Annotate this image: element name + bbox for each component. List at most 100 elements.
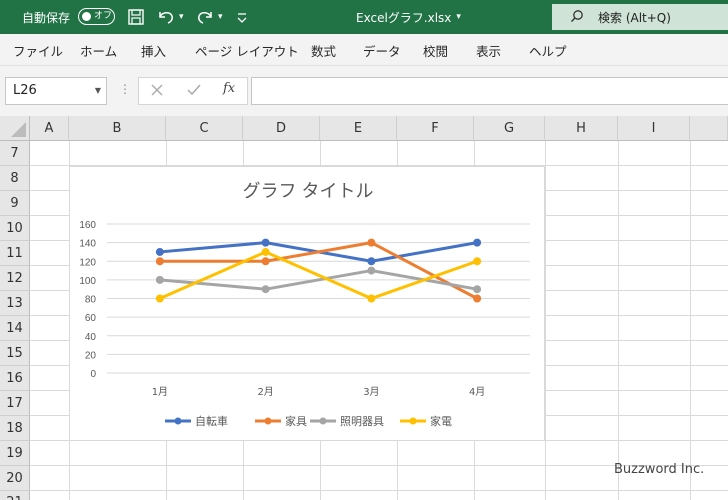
data-point[interactable] — [155, 275, 164, 284]
data-point[interactable] — [155, 247, 164, 256]
chart-canvas: グラフ タイトル 0 20 40 60 80 100 120 140 160 1月 2月 3月 4月自転… — [79, 181, 530, 428]
title-bar: 自動保存 オフ ▾ ▾ Excelグラフ.xlsx ▾ 検索 (Alt+Q) — [0, 0, 728, 34]
tab-insert[interactable]: 挿入 — [141, 34, 166, 66]
legend-marker — [319, 417, 327, 425]
column-header-h[interactable]: H — [545, 116, 618, 141]
x-tick-label: 1月 — [152, 386, 168, 398]
name-box[interactable]: L26 ▼ — [5, 77, 107, 105]
legend-entry[interactable]: 照明器具 — [340, 415, 384, 428]
data-point[interactable] — [261, 257, 270, 266]
chevron-down-icon[interactable]: ▼ — [95, 78, 101, 104]
data-point[interactable] — [367, 257, 376, 266]
data-point[interactable] — [367, 294, 376, 303]
redo-dropdown-icon[interactable]: ▾ — [218, 0, 223, 34]
y-tick-label: 100 — [79, 276, 96, 287]
row-header-21[interactable]: 21 — [0, 491, 30, 500]
tab-page-layout[interactable]: ページ レイアウト — [195, 34, 299, 66]
row-header-17[interactable]: 17 — [0, 391, 30, 416]
search-box[interactable]: 検索 (Alt+Q) — [552, 4, 728, 30]
legend-entry[interactable]: 自転車 — [195, 414, 228, 428]
undo-dropdown-icon[interactable]: ▾ — [179, 0, 184, 34]
row-header-16[interactable]: 16 — [0, 366, 30, 391]
legend-marker — [409, 417, 417, 425]
row-header-8[interactable]: 8 — [0, 166, 30, 191]
series-line-4[interactable] — [158, 250, 479, 300]
row-header-18[interactable]: 18 — [0, 416, 30, 441]
select-all-corner[interactable] — [0, 116, 30, 141]
x-tick-label: 2月 — [257, 386, 273, 398]
tab-home[interactable]: ホーム — [80, 34, 117, 66]
y-tick-label: 160 — [79, 220, 96, 231]
y-tick-label: 80 — [85, 295, 97, 306]
legend-marker — [264, 417, 272, 425]
data-point[interactable] — [473, 285, 482, 294]
data-point[interactable] — [261, 238, 270, 247]
line-chart[interactable]: グラフ タイトル 0 20 40 60 80 100 120 140 160 1月 2月 3月 4月 自転… — [69, 166, 545, 441]
column-header-j[interactable]: J — [690, 116, 728, 141]
formula-input[interactable] — [251, 77, 728, 105]
column-header-a[interactable]: A — [30, 116, 69, 141]
cancel-icon[interactable] — [150, 82, 164, 101]
column-header-i[interactable]: I — [618, 116, 690, 141]
tab-review[interactable]: 校閲 — [423, 34, 448, 66]
undo-icon[interactable] — [156, 0, 176, 34]
column-header-f[interactable]: F — [397, 116, 474, 141]
chevron-down-icon: ▾ — [456, 12, 461, 22]
watermark: Buzzword Inc. — [614, 462, 705, 477]
row-header-10[interactable]: 10 — [0, 216, 30, 241]
y-tick-label: 20 — [85, 350, 97, 361]
tab-file[interactable]: ファイル — [13, 34, 63, 66]
row-header-12[interactable]: 12 — [0, 266, 30, 291]
y-tick-label: 60 — [85, 313, 97, 324]
tab-data[interactable]: データ — [363, 34, 401, 66]
row-header-7[interactable]: 7 — [0, 141, 30, 166]
column-header-d[interactable]: D — [243, 116, 320, 141]
autosave-state: オフ — [94, 11, 113, 21]
enter-icon[interactable] — [186, 82, 202, 101]
legend-entry[interactable]: 家電 — [430, 414, 452, 428]
legend-entry[interactable]: 家具 — [285, 414, 307, 428]
gridline — [618, 141, 619, 500]
data-point[interactable] — [261, 247, 270, 256]
data-point[interactable] — [367, 238, 376, 247]
data-point[interactable] — [155, 257, 164, 266]
redo-icon[interactable] — [195, 0, 215, 34]
search-icon — [570, 9, 584, 26]
chart-title[interactable]: グラフ タイトル — [242, 181, 373, 201]
gridline — [30, 490, 728, 491]
tab-help[interactable]: ヘルプ — [529, 34, 567, 66]
formula-buttons: fx — [138, 77, 248, 105]
row-header-20[interactable]: 20 — [0, 466, 30, 491]
autosave-toggle[interactable]: オフ — [78, 8, 115, 25]
x-tick-label: 4月 — [469, 386, 485, 398]
data-point[interactable] — [473, 294, 482, 303]
more-options-icon[interactable]: ⋮ — [119, 82, 131, 96]
x-tick-label: 3月 — [363, 386, 379, 398]
tab-formulas[interactable]: 数式 — [311, 34, 336, 66]
row-header-11[interactable]: 11 — [0, 241, 30, 266]
data-point[interactable] — [261, 285, 270, 294]
formula-bar: L26 ▼ ⋮ fx — [0, 66, 728, 116]
column-header-c[interactable]: C — [166, 116, 243, 141]
insert-function-icon[interactable]: fx — [223, 81, 235, 96]
row-header-9[interactable]: 9 — [0, 191, 30, 216]
column-header-g[interactable]: G — [474, 116, 545, 141]
save-icon[interactable] — [127, 0, 145, 34]
row-header-15[interactable]: 15 — [0, 341, 30, 366]
column-header-b[interactable]: B — [69, 116, 166, 141]
row-header-19[interactable]: 19 — [0, 441, 30, 466]
autosave-label: 自動保存 — [22, 10, 71, 25]
customize-toolbar-icon[interactable] — [236, 0, 248, 34]
row-header-13[interactable]: 13 — [0, 291, 30, 316]
column-header-e[interactable]: E — [320, 116, 397, 141]
data-point[interactable] — [473, 257, 482, 266]
y-tick-label: 40 — [85, 332, 97, 343]
row-header-14[interactable]: 14 — [0, 316, 30, 341]
file-title[interactable]: Excelグラフ.xlsx ▾ — [356, 0, 461, 34]
data-point[interactable] — [367, 266, 376, 275]
tab-view[interactable]: 表示 — [476, 34, 501, 66]
gridline — [690, 141, 691, 500]
y-tick-label: 120 — [79, 257, 96, 268]
data-point[interactable] — [155, 294, 164, 303]
data-point[interactable] — [473, 238, 482, 247]
